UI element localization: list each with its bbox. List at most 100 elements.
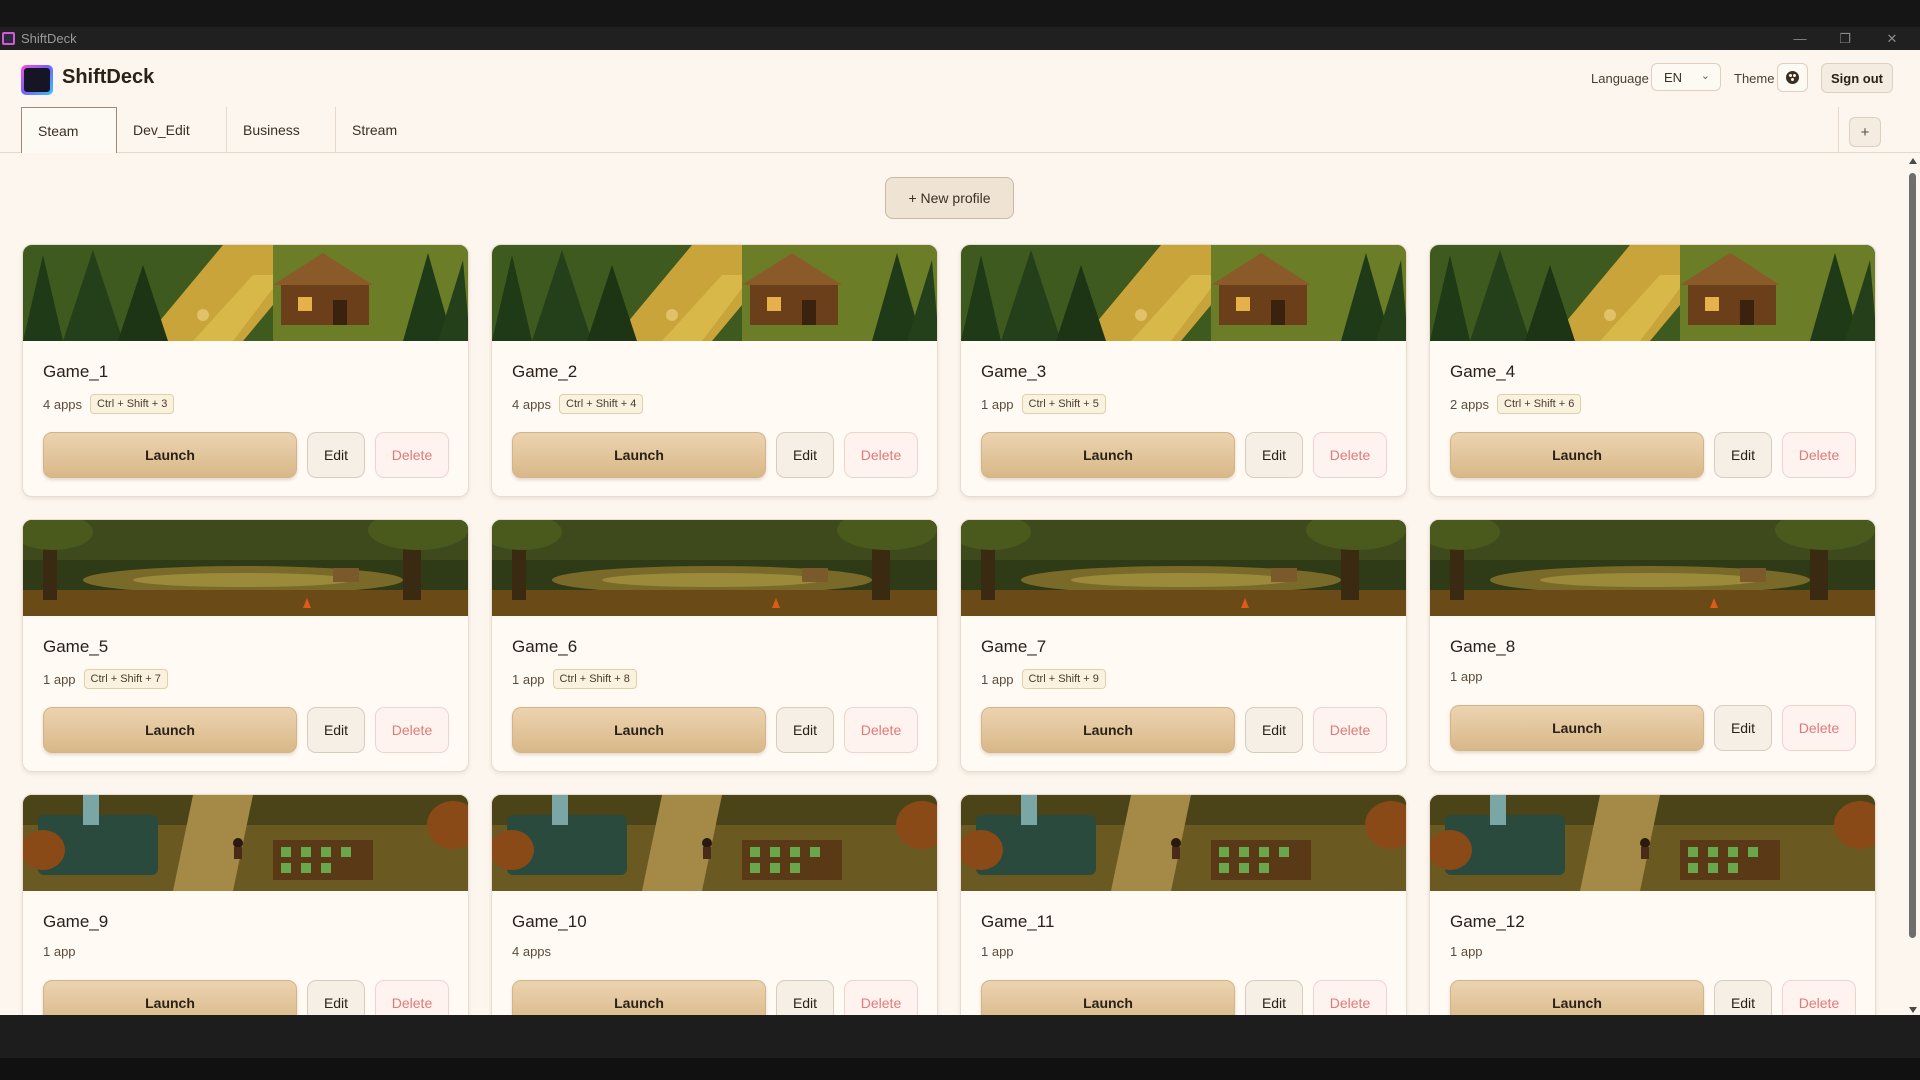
edit-button[interactable]: Edit (307, 707, 365, 753)
delete-button[interactable]: Delete (1782, 980, 1856, 1015)
profile-card: Game_12 1 app Launch Edit Delete (1429, 794, 1876, 1015)
scrollbar[interactable] (1905, 155, 1920, 1015)
launch-button[interactable]: Launch (43, 432, 297, 478)
profile-meta: 1 app (1450, 944, 1483, 959)
launch-button[interactable]: Launch (512, 707, 766, 753)
launch-button[interactable]: Launch (1450, 705, 1704, 751)
profile-meta: 4 apps Ctrl + Shift + 4 (512, 394, 644, 414)
launch-button[interactable]: Launch (981, 707, 1235, 753)
app-icon (2, 32, 15, 45)
edit-button[interactable]: Edit (307, 432, 365, 478)
delete-button[interactable]: Delete (1313, 980, 1387, 1015)
add-tab-button[interactable]: + (1849, 117, 1881, 147)
language-select[interactable]: EN ⌄ (1651, 63, 1721, 91)
tab-divider (1838, 107, 1839, 153)
profile-meta: 2 apps Ctrl + Shift + 6 (1450, 394, 1582, 414)
delete-button[interactable]: Delete (844, 432, 918, 478)
apps-count: 1 app (1450, 669, 1483, 684)
edit-button[interactable]: Edit (1714, 432, 1772, 478)
minimize-button[interactable]: — (1780, 27, 1820, 50)
tab-dev-edit[interactable]: Dev_Edit (117, 107, 190, 153)
hotkey-badge: Ctrl + Shift + 6 (1497, 394, 1582, 414)
profile-name: Game_9 (43, 912, 109, 931)
launch-button[interactable]: Launch (981, 432, 1235, 478)
profile-card: Game_4 2 apps Ctrl + Shift + 6 Launch Edit De… (1429, 244, 1876, 497)
tab-stream[interactable]: Stream (336, 107, 397, 153)
profile-name: Game_1 (43, 362, 109, 381)
edit-button[interactable]: Edit (1245, 980, 1303, 1015)
theme-label: Theme (1734, 71, 1775, 86)
language-value: EN (1664, 69, 1683, 85)
apps-count: 2 apps (1450, 396, 1490, 412)
delete-button[interactable]: Delete (1313, 432, 1387, 478)
launch-button[interactable]: Launch (512, 432, 766, 478)
launch-button[interactable]: Launch (1450, 980, 1704, 1015)
launch-button[interactable]: Launch (1450, 432, 1704, 478)
apps-count: 1 app (981, 671, 1014, 687)
delete-button[interactable]: Delete (1313, 707, 1387, 753)
tab-business[interactable]: Business (227, 107, 300, 153)
profile-meta: 1 app (43, 944, 76, 959)
edit-button[interactable]: Edit (1714, 980, 1772, 1015)
scroll-up-arrow-icon[interactable] (1909, 158, 1917, 164)
edit-button[interactable]: Edit (1245, 432, 1303, 478)
launch-button[interactable]: Launch (43, 980, 297, 1015)
hotkey-badge: Ctrl + Shift + 8 (552, 669, 637, 689)
chevron-down-icon: ⌄ (1700, 70, 1710, 82)
delete-button[interactable]: Delete (375, 707, 449, 753)
profile-banner-image (23, 520, 468, 616)
hotkey-badge: Ctrl + Shift + 9 (1021, 669, 1106, 689)
profile-card: Game_1 4 apps Ctrl + Shift + 3 Launch Edit De… (22, 244, 469, 497)
close-button[interactable]: ✕ (1872, 27, 1912, 50)
profile-name: Game_7 (981, 637, 1047, 656)
edit-button[interactable]: Edit (776, 707, 834, 753)
profile-banner-image (492, 520, 937, 616)
apps-count: 4 apps (512, 396, 552, 412)
scrollbar-thumb[interactable] (1909, 173, 1916, 938)
profile-name: Game_10 (512, 912, 587, 931)
delete-button[interactable]: Delete (375, 432, 449, 478)
apps-count: 1 app (43, 944, 76, 959)
profile-name: Game_5 (43, 637, 109, 656)
window-title: ShiftDeck (21, 31, 77, 46)
theme-button[interactable] (1777, 63, 1808, 92)
profile-banner-image (23, 795, 468, 891)
tab-steam[interactable]: Steam (21, 107, 117, 153)
profile-meta: 4 apps (512, 944, 551, 959)
edit-button[interactable]: Edit (776, 432, 834, 478)
scroll-down-arrow-icon[interactable] (1909, 1007, 1917, 1013)
profile-name: Game_12 (1450, 912, 1525, 931)
edit-button[interactable]: Edit (1245, 707, 1303, 753)
edit-button[interactable]: Edit (307, 980, 365, 1015)
profile-card: Game_7 1 app Ctrl + Shift + 9 Launch Edit Del… (960, 519, 1407, 772)
profile-name: Game_6 (512, 637, 578, 656)
apps-count: 4 apps (512, 944, 552, 959)
edit-button[interactable]: Edit (1714, 705, 1772, 751)
delete-button[interactable]: Delete (375, 980, 449, 1015)
delete-button[interactable]: Delete (1782, 705, 1856, 751)
profile-card: Game_8 1 app Launch Edit Delete (1429, 519, 1876, 772)
sign-out-button[interactable]: Sign out (1821, 63, 1893, 93)
profile-banner-image (961, 520, 1406, 616)
launch-button[interactable]: Launch (981, 980, 1235, 1015)
brand-name: ShiftDeck (62, 66, 155, 88)
profile-meta: 1 app Ctrl + Shift + 8 (512, 669, 637, 689)
hotkey-badge: Ctrl + Shift + 7 (83, 669, 168, 689)
launch-button[interactable]: Launch (43, 707, 297, 753)
header: ShiftDeck Language EN ⌄ Theme Sign out (0, 50, 1920, 105)
launch-button[interactable]: Launch (512, 980, 766, 1015)
profile-name: Game_11 (981, 912, 1055, 931)
profile-meta: 1 app (981, 944, 1014, 959)
delete-button[interactable]: Delete (844, 980, 918, 1015)
delete-button[interactable]: Delete (1782, 432, 1856, 478)
palette-icon (1786, 71, 1799, 84)
new-profile-button[interactable]: + New profile (885, 177, 1014, 219)
window-titlebar: ShiftDeck — ❐ ✕ (0, 27, 1920, 50)
profile-name: Game_2 (512, 362, 578, 381)
profile-meta: 1 app (1450, 669, 1483, 684)
profile-name: Game_4 (1450, 362, 1516, 381)
edit-button[interactable]: Edit (776, 980, 834, 1015)
maximize-button[interactable]: ❐ (1825, 27, 1865, 50)
apps-count: 1 app (981, 944, 1014, 959)
delete-button[interactable]: Delete (844, 707, 918, 753)
